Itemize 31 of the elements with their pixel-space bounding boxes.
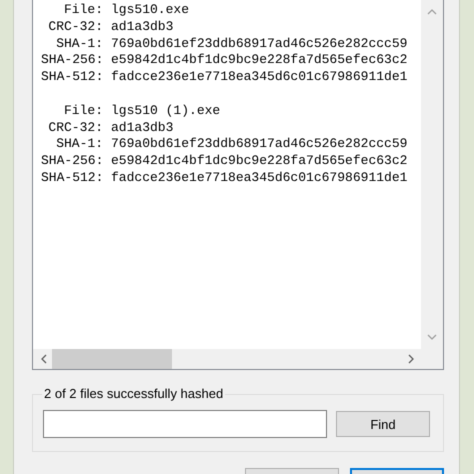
- hash-value: lgs510.exe: [111, 2, 190, 19]
- scroll-down-icon[interactable]: [427, 334, 437, 340]
- results-box[interactable]: [32, 0, 444, 370]
- field-label: File:: [62, 2, 103, 19]
- scrollbar-thumb[interactable]: [52, 349, 172, 369]
- hash-value: 769a0bd61ef23ddb68917ad46c526e282ccc59: [111, 136, 408, 154]
- field-label: SHA-256:: [41, 153, 103, 170]
- scroll-up-icon[interactable]: [427, 9, 437, 15]
- hash-value: 769a0bd61ef23ddb68917ad46c526e282ccc59: [111, 36, 408, 52]
- search-field[interactable]: [43, 410, 327, 438]
- hash-value: e59842d1c4bf1dc9bc9e228fa7d565efec63c2: [111, 153, 408, 170]
- scroll-left-icon[interactable]: [41, 354, 47, 364]
- hash-value: fadcce236e1e7718ea345d6c01c67986911de1: [111, 170, 408, 187]
- hash-value: ad1a3db3: [111, 120, 174, 136]
- field-label: SHA-1:: [55, 136, 103, 154]
- vertical-scrollbar[interactable]: [421, 0, 443, 349]
- find-button[interactable]: Find: [336, 411, 430, 437]
- horizontal-scrollbar[interactable]: [33, 349, 421, 369]
- field-label: File:: [62, 102, 103, 120]
- hash-value: lgs510 (1).exe: [111, 102, 220, 120]
- scroll-right-icon[interactable]: [408, 354, 414, 364]
- hash-value: ad1a3db3: [111, 18, 174, 36]
- field-label: SHA-1:: [55, 36, 103, 52]
- hash-value: fadcce236e1e7718ea345d6c01c67986911de1: [111, 69, 408, 86]
- field-label: SHA-256:: [41, 52, 103, 70]
- field-label: CRC-32:: [47, 18, 103, 36]
- field-label: SHA-512:: [41, 69, 103, 86]
- hash-value: e59842d1c4bf1dc9bc9e228fa7d565efec63c2: [111, 52, 408, 70]
- field-label: CRC-32:: [47, 120, 103, 136]
- group-title: 2 of 2 files successfully hashed: [42, 386, 226, 401]
- field-label: SHA-512:: [41, 170, 103, 187]
